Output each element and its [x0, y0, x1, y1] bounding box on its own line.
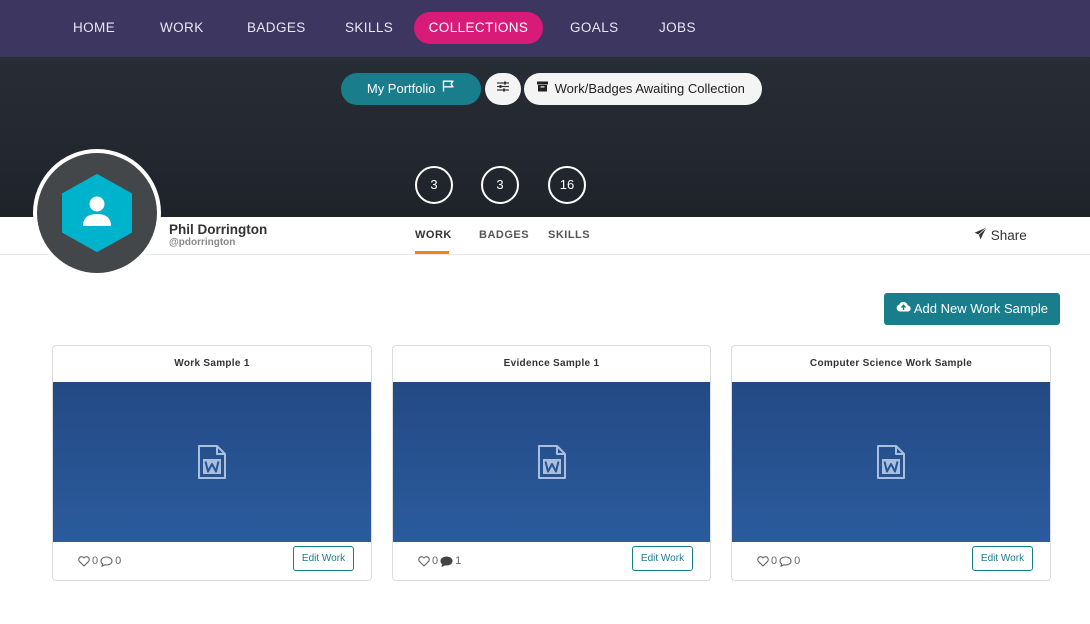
share-label: Share — [990, 228, 1027, 243]
work-sample-card: Computer Science Work Sample 0 0 Edit Wo… — [731, 345, 1051, 581]
card-title[interactable]: Work Sample 1 — [53, 346, 371, 382]
top-navigation: HOME WORK BADGES SKILLS COLLECTIONS GOAL… — [0, 0, 1090, 57]
card-footer: 0 0 Edit Work — [53, 542, 371, 580]
card-thumbnail[interactable] — [53, 382, 371, 542]
comments-count: 0 — [115, 555, 122, 567]
edit-work-button[interactable]: Edit Work — [632, 546, 693, 571]
avatar[interactable] — [37, 153, 157, 273]
profile-tab-bar — [0, 217, 1090, 255]
nav-item-goals[interactable]: GOALS — [570, 12, 619, 44]
awaiting-collection-label: Work/Badges Awaiting Collection — [554, 81, 745, 96]
card-title[interactable]: Computer Science Work Sample — [732, 346, 1050, 382]
stat-counter-badges: 3 — [481, 166, 519, 204]
add-new-work-sample-button[interactable]: Add New Work Sample — [884, 293, 1060, 325]
filter-button[interactable] — [485, 73, 521, 105]
my-portfolio-label: My Portfolio — [366, 81, 436, 96]
nav-item-jobs[interactable]: JOBS — [659, 12, 696, 44]
comment-filled-icon[interactable] — [440, 555, 453, 567]
share-button[interactable]: Share — [974, 227, 1027, 243]
nav-item-badges[interactable]: BADGES — [247, 12, 306, 44]
tab-skills[interactable]: SKILLS — [548, 229, 590, 241]
likes-count: 0 — [432, 555, 439, 567]
heart-icon[interactable] — [757, 555, 769, 567]
word-document-icon — [197, 444, 227, 480]
profile-hero-banner: My Portfolio Work/Badges Awaiting Collec… — [0, 57, 1090, 217]
awaiting-collection-button[interactable]: Work/Badges Awaiting Collection — [524, 73, 762, 105]
profile-name: Phil Dorrington — [169, 222, 268, 237]
cloud-upload-icon — [896, 292, 911, 324]
edit-work-button[interactable]: Edit Work — [972, 546, 1033, 571]
tab-work[interactable]: WORK — [415, 229, 452, 241]
my-portfolio-button[interactable]: My Portfolio — [341, 73, 481, 105]
comment-icon[interactable] — [100, 555, 113, 567]
nav-item-skills[interactable]: SKILLS — [345, 12, 393, 44]
stat-counter-work: 3 — [415, 166, 453, 204]
nav-item-collections[interactable]: COLLECTIONS — [414, 12, 543, 44]
comment-icon[interactable] — [779, 555, 792, 567]
card-stats: 0 0 — [78, 555, 121, 567]
archive-icon — [537, 72, 548, 104]
edit-work-button[interactable]: Edit Work — [293, 546, 354, 571]
likes-count: 0 — [771, 555, 778, 567]
comments-count: 1 — [455, 555, 462, 567]
user-hexagon-icon — [61, 174, 133, 257]
add-new-work-sample-label: Add New Work Sample — [913, 301, 1049, 316]
work-sample-card: Work Sample 1 0 0 Edit Work — [52, 345, 372, 581]
card-stats: 0 0 — [757, 555, 800, 567]
stat-counter-skills: 16 — [548, 166, 586, 204]
card-title[interactable]: Evidence Sample 1 — [393, 346, 710, 382]
card-stats: 0 1 — [418, 555, 461, 567]
card-footer: 0 0 Edit Work — [732, 542, 1050, 580]
nav-item-home[interactable]: HOME — [73, 12, 115, 44]
card-thumbnail[interactable] — [393, 382, 710, 542]
word-document-icon — [537, 444, 567, 480]
flag-icon — [442, 72, 455, 104]
tab-badges[interactable]: BADGES — [479, 229, 529, 241]
comments-count: 0 — [794, 555, 801, 567]
card-thumbnail[interactable] — [732, 382, 1050, 542]
nav-item-work[interactable]: WORK — [160, 12, 204, 44]
likes-count: 0 — [92, 555, 99, 567]
card-footer: 0 1 Edit Work — [393, 542, 710, 580]
active-tab-indicator — [415, 251, 449, 254]
work-sample-card: Evidence Sample 1 0 1 Edit Work — [392, 345, 711, 581]
sliders-icon — [497, 72, 509, 104]
heart-icon[interactable] — [78, 555, 90, 567]
paper-plane-icon — [974, 227, 987, 243]
heart-icon[interactable] — [418, 555, 430, 567]
profile-handle: @pdorrington — [169, 237, 236, 248]
word-document-icon — [876, 444, 906, 480]
